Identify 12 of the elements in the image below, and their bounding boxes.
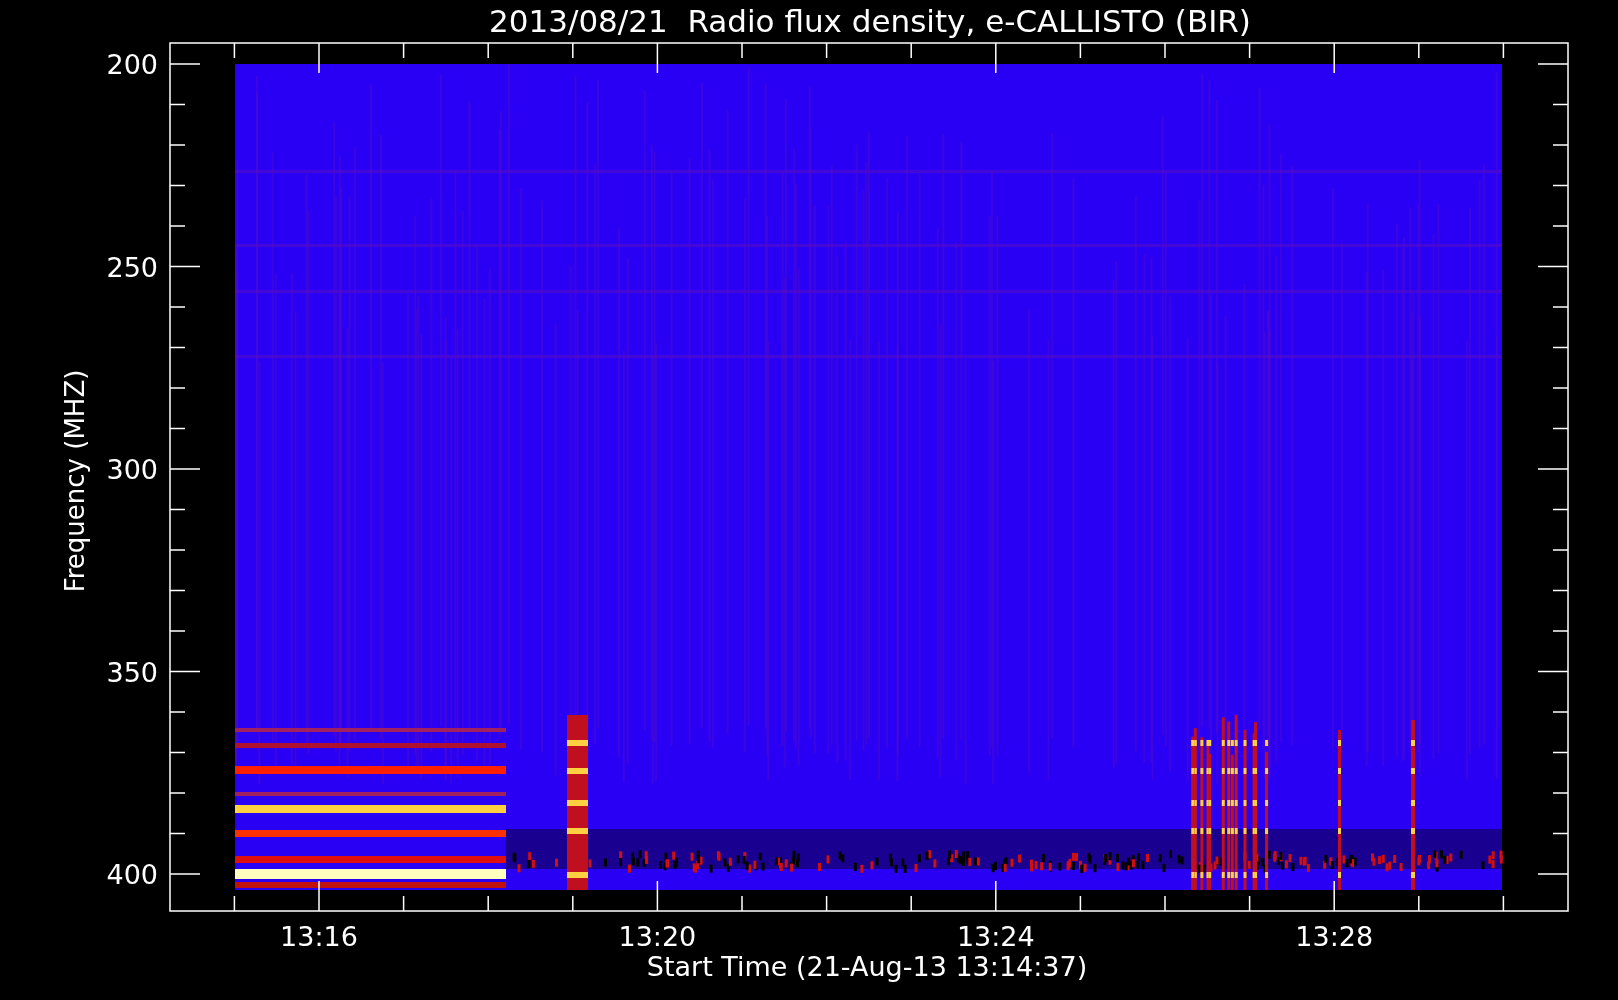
y-tick-label: 300 <box>106 454 158 485</box>
chart-title: 2013/08/21 Radio flux density, e-CALLISTO (BIR) <box>489 3 1251 39</box>
x-tick-label: 13:24 <box>956 921 1035 952</box>
y-tick-label: 250 <box>106 251 158 283</box>
x-tick-label: 13:16 <box>280 921 358 952</box>
y-axis-label: Frequency (MHZ) <box>60 369 90 593</box>
y-tick-label: 400 <box>106 859 158 890</box>
x-tick-label: 13:20 <box>618 921 697 952</box>
y-tick-label: 200 <box>106 49 158 80</box>
x-tick-label: 13:28 <box>1295 921 1374 952</box>
x-axis-label: Start Time (21-Aug-13 13:14:37) <box>646 951 1088 982</box>
y-tick-label: 350 <box>106 656 158 688</box>
